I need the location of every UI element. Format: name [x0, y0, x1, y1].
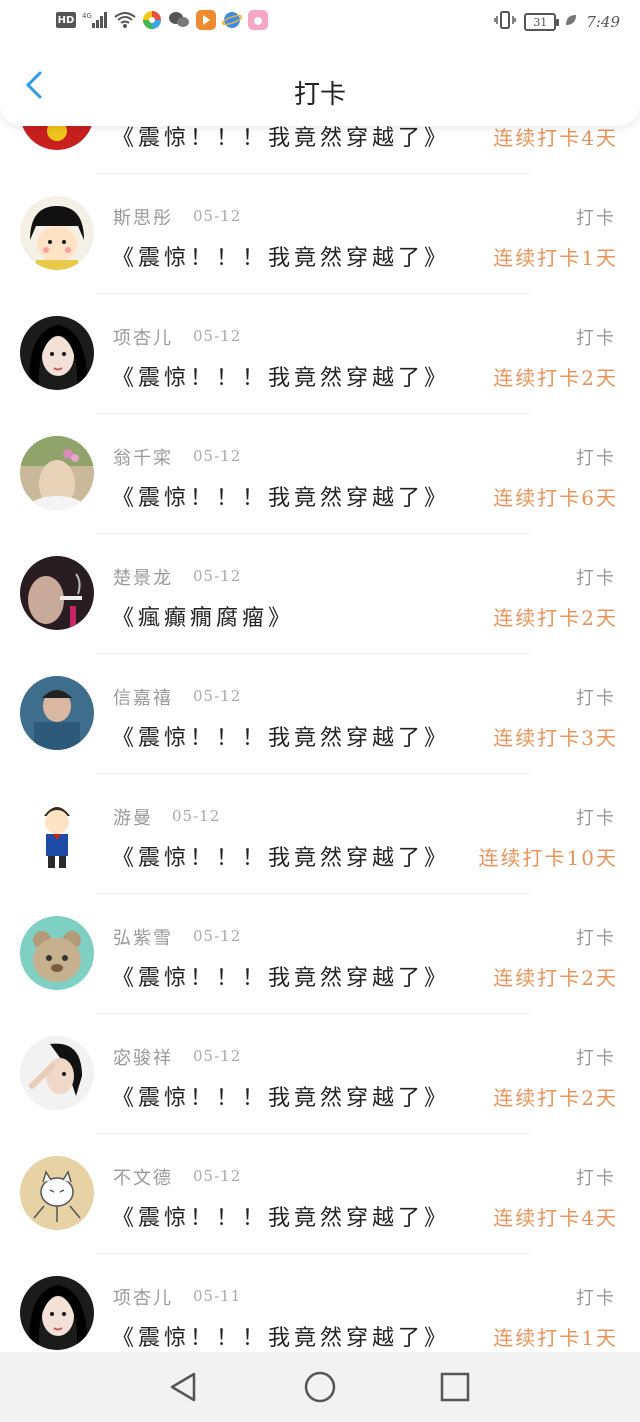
list-item[interactable]: 弘紫雪 05-12 《震惊！！！我竟然穿越了》 打卡连续打卡2天 [0, 894, 640, 1014]
hd-indicator: HD [56, 12, 76, 28]
streak-badge: 连续打卡2天 [493, 966, 618, 990]
user-name[interactable]: 宓骏祥 [113, 1044, 173, 1070]
post-date: 05-12 [193, 447, 242, 465]
streak-badge: 连续打卡2天 [493, 1086, 618, 1110]
book-title[interactable]: 《瘋癲癇腐瘤》 [112, 600, 294, 632]
checkin-label: 打卡 [576, 1288, 616, 1309]
book-title[interactable]: 《震惊！！！我竟然穿越了》 [112, 840, 450, 872]
checkin-label: 打卡 [576, 208, 616, 229]
book-title[interactable]: 《震惊！！！我竟然穿越了》 [112, 1080, 450, 1112]
checkin-label: 打卡 [576, 1168, 616, 1189]
list-item[interactable]: 宓骏祥 05-12 《震惊！！！我竟然穿越了》 打卡连续打卡2天 [0, 1014, 640, 1134]
checkin-label: 打卡 [576, 808, 616, 829]
book-title[interactable]: 《震惊！！！我竟然穿越了》 [112, 360, 450, 392]
avatar[interactable] [20, 676, 94, 750]
streak-badge: 连续打卡6天 [493, 486, 618, 510]
post-date: 05-12 [193, 927, 242, 945]
avatar[interactable] [20, 556, 94, 630]
post-date: 05-12 [193, 207, 242, 225]
checkin-label: 打卡 [576, 328, 616, 349]
user-name[interactable]: 弘紫雪 [113, 924, 173, 950]
checkin-label: 打卡 [576, 928, 616, 949]
avatar[interactable] [20, 916, 94, 990]
avatar[interactable] [20, 1156, 94, 1230]
page-title: 打卡 [293, 80, 346, 110]
list-item[interactable]: 楚景龙 05-12 《瘋癲癇腐瘤》 打卡连续打卡2天 [0, 534, 640, 654]
post-date: 05-11 [193, 1287, 242, 1305]
book-title[interactable]: 《震惊！！！我竟然穿越了》 [112, 1200, 450, 1232]
battery-indicator: 31 [524, 13, 560, 31]
user-name[interactable]: 项杏儿 [113, 1284, 173, 1310]
user-name[interactable]: 不文德 [113, 1164, 173, 1190]
nav-recents-button[interactable] [438, 1370, 472, 1404]
wifi-icon [114, 10, 136, 30]
avatar[interactable] [20, 196, 94, 270]
streak-badge: 连续打卡4天 [493, 126, 618, 150]
post-date: 05-12 [172, 807, 221, 825]
post-date: 05-12 [193, 687, 242, 705]
list-item[interactable]: 翁千寀 05-12 《震惊！！！我竟然穿越了》 打卡连续打卡6天 [0, 414, 640, 534]
post-date: 05-12 [193, 1167, 242, 1185]
app-orange-icon [196, 10, 216, 30]
streak-badge: 连续打卡3天 [493, 726, 618, 750]
cell-signal-icon: 4G [82, 10, 108, 30]
app-colorwheel-icon [142, 10, 162, 30]
book-title[interactable]: 《震惊！！！我竟然穿越了》 [112, 1320, 450, 1352]
leaf-icon [564, 13, 578, 31]
browser-globe-icon [222, 10, 242, 30]
book-title[interactable]: 《震惊！！！我竟然穿越了》 [112, 720, 450, 752]
list-item[interactable]: 项杏儿 05-12 《震惊！！！我竟然穿越了》 打卡连续打卡2天 [0, 294, 640, 414]
status-bar: HD 4G 31 7:49 [0, 0, 640, 44]
streak-badge: 连续打卡4天 [493, 1206, 618, 1230]
user-name[interactable]: 项杏儿 [113, 324, 173, 350]
checkin-label: 打卡 [576, 448, 616, 469]
streak-badge: 连续打卡1天 [493, 1326, 618, 1350]
checkin-list[interactable]: 《震惊！！！我竟然穿越了》 连续打卡4天 斯思彤 05-12 《震惊！！！我竟然穿越了》… [0, 76, 640, 1374]
user-name[interactable]: 斯思彤 [113, 204, 173, 230]
list-item[interactable]: 游曼 05-12 《震惊！！！我竟然穿越了》 打卡连续打卡10天 [0, 774, 640, 894]
nav-back-button[interactable] [166, 1370, 200, 1404]
avatar[interactable] [20, 1276, 94, 1350]
app-pink-icon [248, 10, 268, 30]
user-name[interactable]: 楚景龙 [113, 564, 173, 590]
user-name[interactable]: 翁千寀 [113, 444, 173, 470]
streak-badge: 连续打卡1天 [493, 246, 618, 270]
post-date: 05-12 [193, 1047, 242, 1065]
avatar[interactable] [20, 316, 94, 390]
post-date: 05-12 [193, 327, 242, 345]
streak-badge: 连续打卡2天 [493, 606, 618, 630]
list-item[interactable]: 不文德 05-12 《震惊！！！我竟然穿越了》 打卡连续打卡4天 [0, 1134, 640, 1254]
book-title[interactable]: 《震惊！！！我竟然穿越了》 [112, 960, 450, 992]
list-item[interactable]: 斯思彤 05-12 《震惊！！！我竟然穿越了》 打卡连续打卡1天 [0, 174, 640, 294]
checkin-label: 打卡 [576, 688, 616, 709]
checkin-label: 打卡 [576, 1048, 616, 1069]
avatar[interactable] [20, 436, 94, 510]
checkin-label: 打卡 [576, 568, 616, 589]
svg-text:4G: 4G [82, 12, 92, 20]
avatar[interactable] [20, 796, 94, 870]
streak-badge: 连续打卡2天 [493, 366, 618, 390]
avatar[interactable] [20, 1036, 94, 1110]
book-title[interactable]: 《震惊！！！我竟然穿越了》 [112, 480, 450, 512]
wechat-icon [168, 10, 190, 30]
triangle-back-icon [170, 1372, 196, 1402]
nav-home-button[interactable] [303, 1370, 337, 1404]
list-item[interactable]: 信嘉禧 05-12 《震惊！！！我竟然穿越了》 打卡连续打卡3天 [0, 654, 640, 774]
circle-home-icon [304, 1371, 336, 1403]
vibrate-icon [494, 10, 517, 34]
square-recents-icon [440, 1372, 470, 1402]
user-name[interactable]: 游曼 [113, 804, 153, 830]
top-nav-bar: 打卡 [0, 44, 640, 126]
system-nav-bar [0, 1352, 640, 1422]
clock-time: 7:49 [586, 13, 620, 31]
post-date: 05-12 [193, 567, 242, 585]
streak-badge: 连续打卡10天 [478, 846, 618, 870]
book-title[interactable]: 《震惊！！！我竟然穿越了》 [112, 240, 450, 272]
user-name[interactable]: 信嘉禧 [113, 684, 173, 710]
